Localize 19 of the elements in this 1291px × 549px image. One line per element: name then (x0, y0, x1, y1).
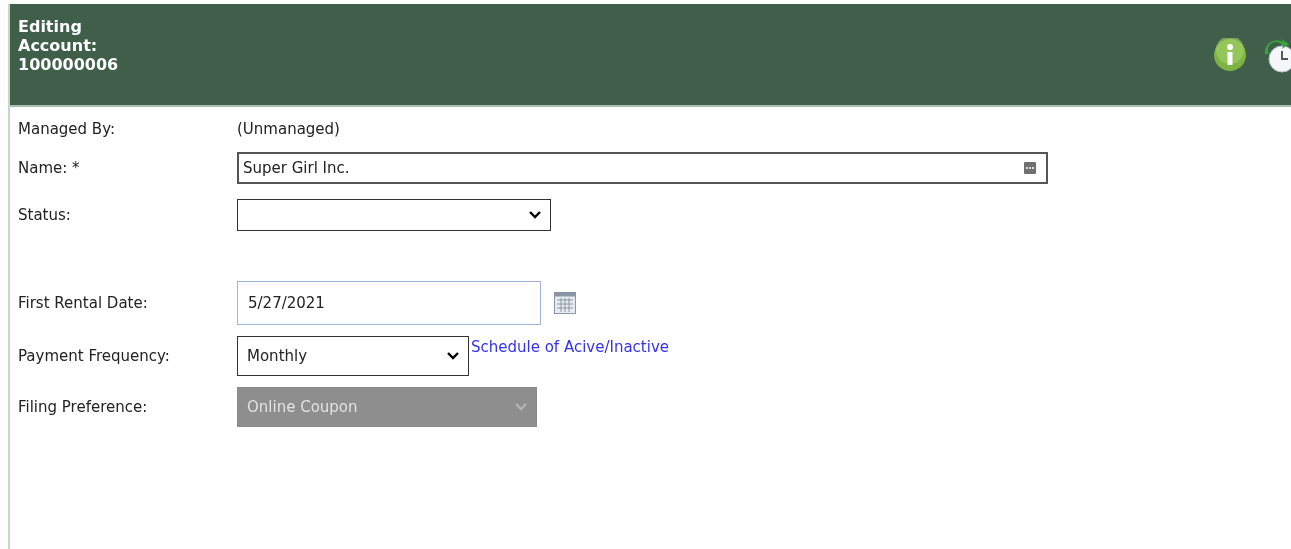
field-label: First Rental Date: (18, 293, 149, 313)
chevron-icon (514, 402, 528, 412)
name-field[interactable]: Super Girl Inc. (237, 152, 1048, 184)
chevron-icon (528, 210, 542, 220)
chevron-icon (446, 351, 460, 361)
field-label: Status: (18, 205, 72, 225)
field-label: Filing Preference: (18, 397, 149, 417)
field-label: Payment Frequency: (18, 346, 171, 366)
calendar-icon[interactable] (554, 292, 576, 314)
field-value: (Unmanaged) (237, 120, 340, 138)
dropdown[interactable]: Monthly (237, 336, 469, 376)
header-title: Editing Account: 100000006 (17, 16, 119, 74)
date-field[interactable]: 5/27/2021 (237, 281, 541, 325)
info-icon[interactable] (1213, 38, 1247, 72)
field-label: Name: * (18, 158, 81, 178)
schedule-link[interactable]: Schedule of Acive/Inactive (471, 338, 670, 356)
dropdown[interactable] (237, 199, 551, 231)
ellipsis-icon[interactable] (1024, 162, 1036, 174)
field-label: Managed By: (18, 119, 116, 139)
